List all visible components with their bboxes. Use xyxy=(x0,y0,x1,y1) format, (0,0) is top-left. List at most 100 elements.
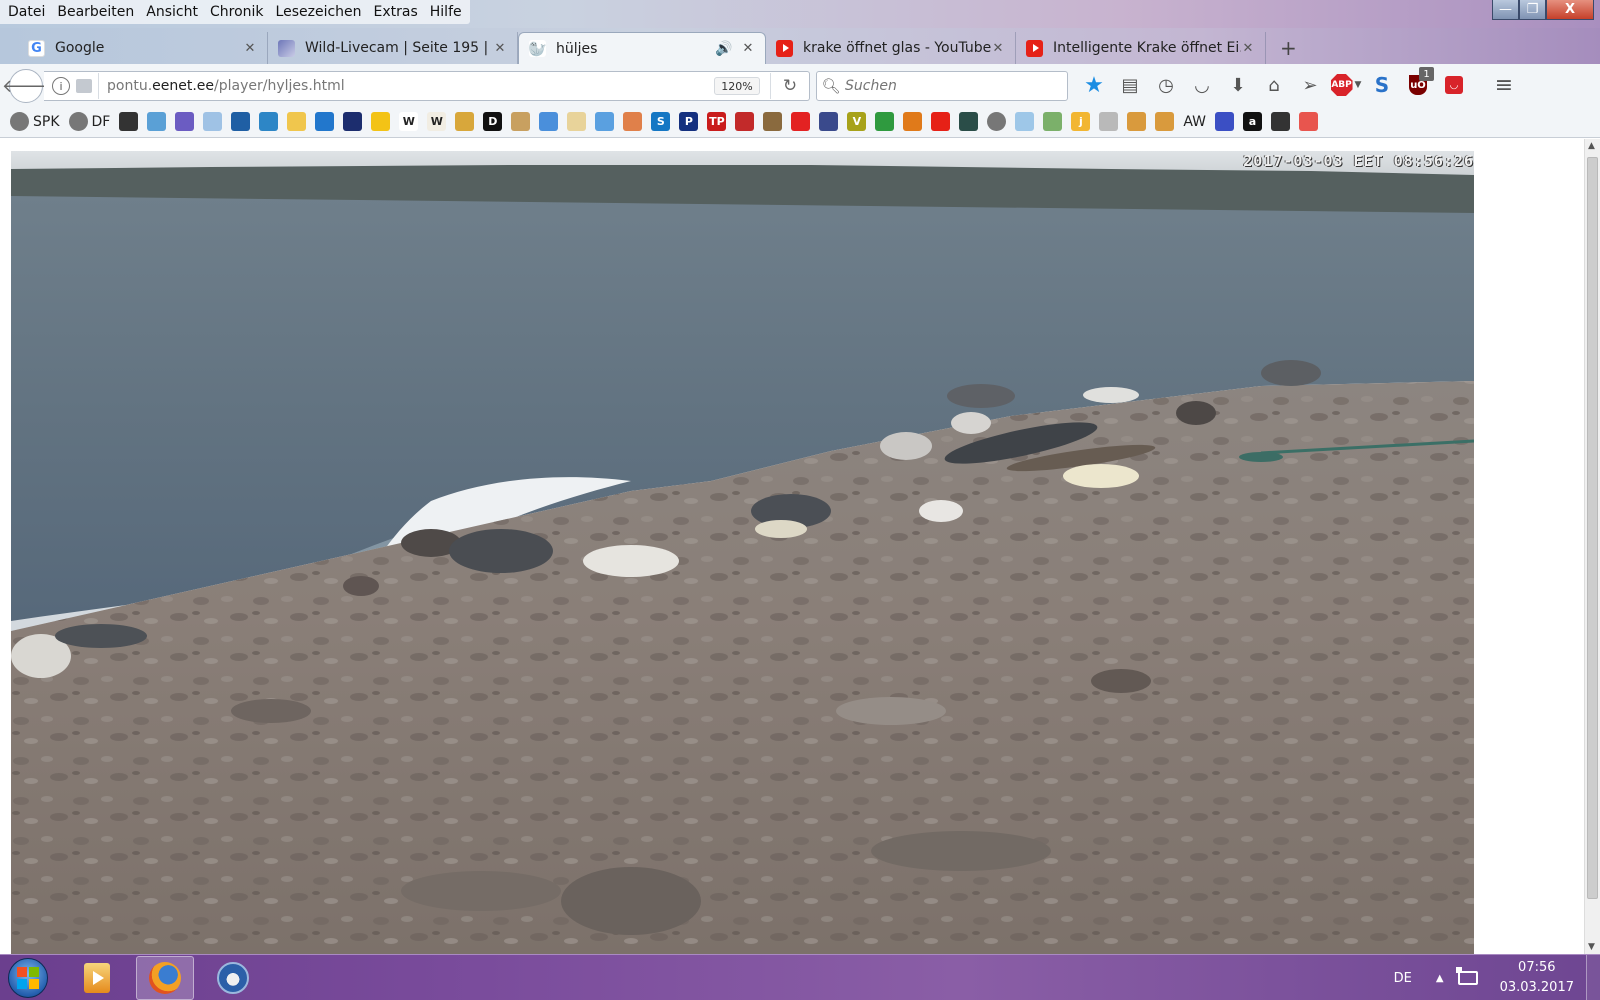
reading-list-icon[interactable]: ▤ xyxy=(1112,64,1148,106)
page-scrollbar[interactable]: ▲ ▼ xyxy=(1584,139,1600,954)
bookmark-item[interactable] xyxy=(623,112,643,131)
download-icon[interactable]: ⬇ xyxy=(1220,64,1256,106)
reload-icon[interactable]: ↻ xyxy=(771,76,809,96)
scrollbar-thumb[interactable] xyxy=(1587,157,1598,899)
bookmark-item[interactable] xyxy=(1127,112,1147,131)
menu-extras[interactable]: Extras xyxy=(368,2,424,22)
bookmark-item[interactable]: SPK xyxy=(10,112,60,131)
tab-huljes[interactable]: 🦭 hüljes 🔊 ✕ xyxy=(518,32,766,64)
pocket-icon[interactable]: ◡ xyxy=(1184,64,1220,106)
hamburger-menu-icon[interactable]: ≡ xyxy=(1486,64,1522,106)
url-text[interactable]: pontu.eenet.ee/player/hyljes.html xyxy=(107,78,714,94)
bookmark-item[interactable] xyxy=(343,112,363,131)
menu-bearbeiten[interactable]: Bearbeiten xyxy=(51,2,140,22)
s-extension-icon[interactable]: S xyxy=(1364,64,1400,106)
red-extension-icon[interactable]: ◡ xyxy=(1436,64,1472,106)
bookmark-item[interactable]: a xyxy=(1243,112,1263,131)
bookmark-item[interactable]: S xyxy=(651,112,671,131)
bookmark-item[interactable] xyxy=(791,112,811,131)
maximize-button[interactable]: ❐ xyxy=(1519,0,1546,20)
bookmark-item[interactable] xyxy=(147,112,167,131)
speaker-icon[interactable]: 🔊 xyxy=(715,41,732,57)
tab-krake-ei[interactable]: Intelligente Krake öffnet Ei... ✕ xyxy=(1016,32,1266,64)
bookmark-item[interactable] xyxy=(595,112,615,131)
history-icon[interactable]: ◷ xyxy=(1148,64,1184,106)
bookmark-item[interactable] xyxy=(931,112,951,131)
tab-google[interactable]: G Google ✕ xyxy=(18,32,268,64)
back-button[interactable]: 🡐 xyxy=(2,69,50,103)
taskbar-media-player[interactable] xyxy=(68,956,126,1000)
tab-krake-glas[interactable]: krake öffnet glas - YouTube ✕ xyxy=(766,32,1016,64)
zoom-indicator[interactable]: 120% xyxy=(714,77,760,95)
bookmark-item[interactable] xyxy=(203,112,223,131)
bookmark-item[interactable] xyxy=(819,112,839,131)
bookmark-item[interactable] xyxy=(763,112,783,131)
bookmark-item[interactable] xyxy=(1043,112,1063,131)
menu-datei[interactable]: Datei xyxy=(2,2,51,22)
bookmark-item[interactable] xyxy=(511,112,531,131)
bookmark-item[interactable] xyxy=(1099,112,1119,131)
bookmark-item[interactable] xyxy=(175,112,195,131)
search-input[interactable] xyxy=(845,78,1045,94)
bookmark-item[interactable] xyxy=(987,112,1007,131)
start-button[interactable] xyxy=(8,958,48,998)
bookmark-item[interactable] xyxy=(567,112,587,131)
close-tab-icon[interactable]: ✕ xyxy=(243,41,257,56)
bookmark-item[interactable]: j xyxy=(1071,112,1091,131)
menu-chronik[interactable]: Chronik xyxy=(204,2,270,22)
bookmark-item[interactable] xyxy=(735,112,755,131)
bookmark-item[interactable] xyxy=(231,112,251,131)
bookmark-item[interactable] xyxy=(903,112,923,131)
bookmark-item[interactable]: W xyxy=(427,112,447,131)
tray-expand-icon[interactable]: ▲ xyxy=(1436,973,1444,984)
bookmark-item[interactable] xyxy=(371,112,391,131)
ublock-icon[interactable]: uO 1 xyxy=(1400,64,1436,106)
bookmark-item[interactable] xyxy=(119,112,139,131)
bookmark-item[interactable] xyxy=(1155,112,1175,131)
home-icon[interactable]: ⌂ xyxy=(1256,64,1292,106)
bookmark-item[interactable] xyxy=(1271,112,1291,131)
close-window-button[interactable]: X xyxy=(1546,0,1594,20)
close-tab-icon[interactable]: ✕ xyxy=(991,41,1005,56)
taskbar-thunderbird[interactable] xyxy=(204,956,262,1000)
bookmark-item[interactable]: TP xyxy=(707,112,727,131)
minimize-button[interactable]: — xyxy=(1492,0,1519,20)
livecam-video[interactable]: 2017-03-03 EET 08:56:26 xyxy=(11,151,1474,954)
bookmark-item[interactable] xyxy=(959,112,979,131)
scroll-up-icon[interactable]: ▲ xyxy=(1588,141,1595,151)
bookmark-item[interactable] xyxy=(259,112,279,131)
site-info-icon[interactable]: i xyxy=(52,77,70,95)
bookmark-item[interactable] xyxy=(875,112,895,131)
close-tab-icon[interactable]: ✕ xyxy=(741,41,755,56)
menu-ansicht[interactable]: Ansicht xyxy=(140,2,204,22)
bookmark-item[interactable]: AW xyxy=(1183,114,1206,130)
bookmark-item[interactable] xyxy=(315,112,335,131)
bookmark-item[interactable]: W xyxy=(399,112,419,131)
bookmark-item[interactable]: DF xyxy=(68,112,110,131)
bookmark-item[interactable] xyxy=(1299,112,1319,131)
taskbar-firefox[interactable] xyxy=(136,956,194,1000)
bookmark-item[interactable]: V xyxy=(847,112,867,131)
bookmark-item[interactable] xyxy=(287,112,307,131)
network-icon[interactable] xyxy=(1455,967,1478,985)
bookmark-item[interactable] xyxy=(1215,112,1235,131)
scroll-down-icon[interactable]: ▼ xyxy=(1588,942,1595,952)
bookmark-item[interactable]: D xyxy=(483,112,503,131)
menu-lesezeichen[interactable]: Lesezeichen xyxy=(270,2,368,22)
clock[interactable]: 07:56 03.03.2017 xyxy=(1500,958,1574,998)
bookmark-item[interactable] xyxy=(1015,112,1035,131)
bookmark-star-icon[interactable]: ★ xyxy=(1076,64,1112,106)
menu-hilfe[interactable]: Hilfe xyxy=(424,2,468,22)
bookmark-item[interactable] xyxy=(455,112,475,131)
close-tab-icon[interactable]: ✕ xyxy=(493,41,507,56)
language-indicator[interactable]: DE xyxy=(1394,971,1412,986)
send-icon[interactable]: ➢ xyxy=(1292,64,1328,106)
bookmark-item[interactable]: P xyxy=(679,112,699,131)
url-bar[interactable]: i pontu.eenet.ee/player/hyljes.html 120%… xyxy=(44,71,810,101)
bookmark-item[interactable] xyxy=(539,112,559,131)
close-tab-icon[interactable]: ✕ xyxy=(1241,41,1255,56)
tab-wild-livecam[interactable]: Wild-Livecam | Seite 195 | ... ✕ xyxy=(268,32,518,64)
adblock-plus-icon[interactable]: ABP ▼ xyxy=(1328,64,1364,106)
search-bar[interactable]: 🔍︎ xyxy=(816,71,1068,101)
new-tab-button[interactable]: + xyxy=(1280,36,1297,60)
